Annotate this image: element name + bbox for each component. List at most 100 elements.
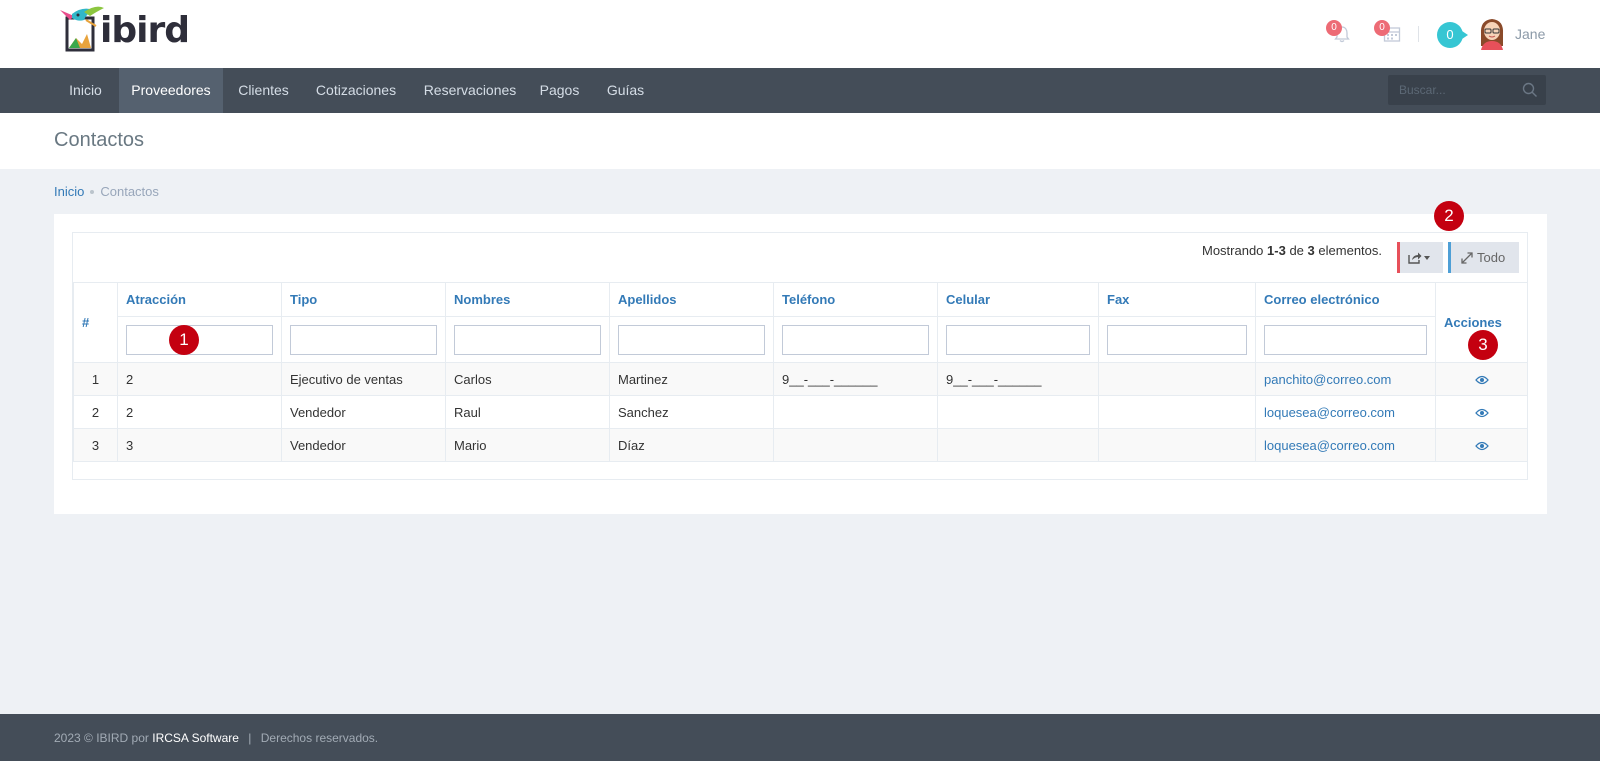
- email-link[interactable]: panchito@correo.com: [1264, 372, 1391, 387]
- nav-item-inicio[interactable]: Inicio: [56, 68, 115, 113]
- column-header-nombres[interactable]: Nombres: [445, 282, 610, 317]
- eye-icon[interactable]: [1474, 441, 1489, 451]
- column-header-correo[interactable]: Correo electrónico: [1255, 282, 1436, 317]
- eye-icon[interactable]: [1474, 408, 1489, 418]
- contacts-grid: Mostrando 1-3 de 3 elementos. Todo # Atr…: [72, 232, 1528, 480]
- filter-nombres-input[interactable]: [454, 324, 601, 355]
- cell-nombres: Mario: [445, 428, 610, 462]
- filter-atraccion-input[interactable]: [126, 324, 273, 355]
- grid-summary: Mostrando 1-3 de 3 elementos.: [1202, 243, 1382, 258]
- cell-atraccion: 2: [117, 395, 282, 429]
- top-header: ibird 0 0 0 Jane: [0, 0, 1600, 68]
- cell-nombres: Carlos: [445, 362, 610, 396]
- logo-text: ibird: [100, 9, 190, 51]
- breadcrumb-separator: [90, 189, 95, 194]
- filter-fax-input[interactable]: [1107, 324, 1247, 355]
- contacts-table: # Atracción Tipo Nombres Apellidos Teléf…: [73, 282, 1528, 462]
- nav-item-guias[interactable]: Guías: [591, 68, 660, 113]
- cell-fax: [1098, 428, 1256, 462]
- cell-correo: loquesea@correo.com: [1255, 428, 1436, 462]
- cell-acciones: [1435, 395, 1528, 429]
- cell-correo: panchito@correo.com: [1255, 362, 1436, 396]
- cell-acciones: [1435, 362, 1528, 396]
- cell-tipo: Vendedor: [281, 428, 446, 462]
- cell-apellidos: Sanchez: [609, 395, 774, 429]
- table-row: 3 3 Vendedor Mario Díaz loquesea@correo.…: [73, 428, 1528, 462]
- email-link[interactable]: loquesea@correo.com: [1264, 438, 1395, 453]
- column-header-celular[interactable]: Celular: [937, 282, 1099, 317]
- filter-cell-tipo: [281, 316, 446, 363]
- username[interactable]: Jane: [1515, 26, 1545, 42]
- column-header-atraccion[interactable]: Atracción: [117, 282, 282, 317]
- app-logo[interactable]: ibird: [56, 4, 190, 54]
- cell-nombres: Raul: [445, 395, 610, 429]
- filter-tipo-input[interactable]: [290, 324, 437, 355]
- summary-mid: de: [1289, 243, 1304, 258]
- show-all-button[interactable]: Todo: [1448, 242, 1519, 273]
- email-link[interactable]: loquesea@correo.com: [1264, 405, 1395, 420]
- summary-suffix: elementos.: [1318, 243, 1382, 258]
- filter-apellidos-input[interactable]: [618, 324, 765, 355]
- cell-celular: 9__-___-______: [937, 362, 1099, 396]
- footer-text: 2023 © IBIRD por IRCSA Software | Derech…: [54, 731, 378, 745]
- row-index: 1: [73, 362, 118, 396]
- cell-tipo: Vendedor: [281, 395, 446, 429]
- filter-telefono-input[interactable]: [782, 324, 929, 355]
- avatar-icon[interactable]: [1477, 16, 1507, 50]
- column-header-index: #: [73, 282, 118, 363]
- footer-rights: Derechos reservados.: [260, 731, 379, 745]
- filter-cell-correo: [1255, 316, 1436, 363]
- contacts-portlet: Mostrando 1-3 de 3 elementos. Todo # Atr…: [54, 214, 1547, 514]
- show-all-label: Todo: [1477, 250, 1506, 265]
- calendar-badge: 0: [1374, 20, 1390, 36]
- page-title: Contactos: [54, 129, 145, 151]
- search-input[interactable]: Buscar...: [1388, 75, 1546, 105]
- filter-correo-input[interactable]: [1264, 324, 1427, 355]
- user-counter-badge[interactable]: 0: [1437, 22, 1468, 48]
- nav-item-proveedores[interactable]: Proveedores: [119, 68, 223, 113]
- nav-item-reservaciones[interactable]: Reservaciones: [412, 68, 528, 113]
- cell-tipo: Ejecutivo de ventas: [281, 362, 446, 396]
- filter-celular-input[interactable]: [946, 324, 1090, 355]
- filter-cell-atraccion: [117, 316, 282, 363]
- summary-range: 1-3: [1267, 243, 1286, 258]
- summary-prefix: Mostrando: [1201, 243, 1264, 258]
- annotation-marker-1: 1: [169, 325, 199, 355]
- filter-cell-nombres: [445, 316, 610, 363]
- table-row: 2 2 Vendedor Raul Sanchez loquesea@corre…: [73, 395, 1528, 429]
- cell-atraccion: 2: [117, 362, 282, 396]
- filter-cell-fax: [1098, 316, 1256, 363]
- cell-telefono: [773, 395, 938, 429]
- cell-telefono: [773, 428, 938, 462]
- annotation-marker-3: 3: [1468, 330, 1498, 360]
- breadcrumb-home-link[interactable]: Inicio: [54, 184, 84, 199]
- eye-icon[interactable]: [1474, 375, 1489, 385]
- cell-apellidos: Díaz: [609, 428, 774, 462]
- expand-icon: [1461, 252, 1473, 264]
- cell-telefono: 9__-___-______: [773, 362, 938, 396]
- column-header-telefono[interactable]: Teléfono: [773, 282, 938, 317]
- share-icon: [1408, 252, 1422, 264]
- row-index: 3: [73, 428, 118, 462]
- footer: 2023 © IBIRD por IRCSA Software | Derech…: [0, 714, 1600, 761]
- table-row: 1 2 Ejecutivo de ventas Carlos Martinez …: [73, 362, 1528, 396]
- annotation-marker-2: 2: [1434, 201, 1464, 231]
- column-header-apellidos[interactable]: Apellidos: [609, 282, 774, 317]
- search-icon[interactable]: [1522, 82, 1538, 98]
- export-button[interactable]: [1397, 242, 1443, 273]
- search-placeholder: Buscar...: [1399, 83, 1446, 97]
- breadcrumb: Inicio Contactos: [54, 184, 159, 199]
- main-navbar: Inicio Proveedores Clientes Cotizaciones…: [0, 68, 1600, 113]
- nav-item-clientes[interactable]: Clientes: [227, 68, 300, 113]
- nav-item-pagos[interactable]: Pagos: [532, 68, 587, 113]
- footer-brand-link[interactable]: IRCSA Software: [152, 731, 239, 745]
- footer-copyright: 2023 © IBIRD por: [54, 731, 149, 745]
- cell-celular: [937, 395, 1099, 429]
- column-header-fax[interactable]: Fax: [1098, 282, 1256, 317]
- nav-item-cotizaciones[interactable]: Cotizaciones: [304, 68, 408, 113]
- column-header-tipo[interactable]: Tipo: [281, 282, 446, 317]
- chevron-down-icon: [1424, 256, 1430, 260]
- summary-total: 3: [1307, 243, 1315, 258]
- filter-cell-apellidos: [609, 316, 774, 363]
- cell-fax: [1098, 362, 1256, 396]
